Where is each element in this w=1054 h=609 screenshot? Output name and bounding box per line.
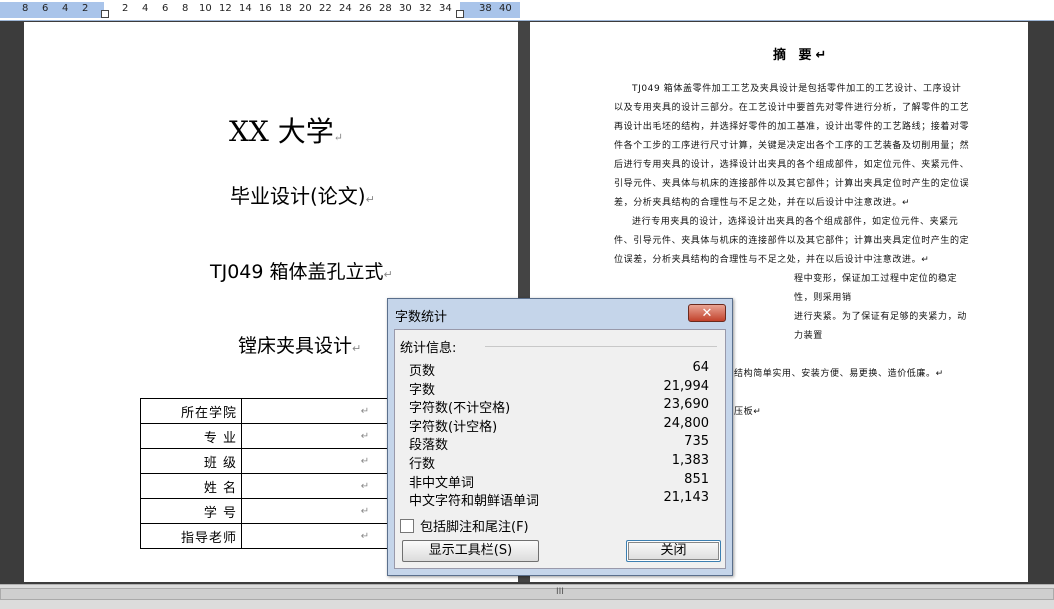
dialog-body: 统计信息: 页数 64 字数 21,994 字符数(不计空格) 23,690 字符数(…	[394, 329, 726, 569]
horizontal-ruler[interactable]: 8 6 4 2 2 4 6 8 10 12 14 16 18 20 22 24 …	[0, 0, 1054, 21]
ruler-number: 14	[239, 3, 252, 14]
abstract-paragraph: TJ049 箱体盖零件加工工艺及夹具设计是包括零件加工的工艺设计、工序设计以及专…	[614, 84, 970, 208]
ruler-number: 24	[339, 3, 352, 14]
abstract-paragraph: 进行专用夹具的设计，选择设计出夹具的各个组成部件，如定位元件、夹紧元件、引导元件…	[614, 217, 970, 265]
ruler-number: 30	[399, 3, 412, 14]
ruler-number: 8	[182, 3, 189, 14]
ruler-number: 34	[439, 3, 452, 14]
stat-key: 字符数(不计空格)	[409, 401, 511, 417]
dialog-title: 字数统计	[395, 310, 448, 325]
ruler-left-indent-marker[interactable]	[101, 10, 109, 18]
stat-row: 页数 64	[409, 360, 709, 379]
stat-value: 851	[684, 471, 709, 487]
ruler-number: 10	[199, 3, 212, 14]
info-label: 指导老师	[140, 523, 242, 549]
stat-key: 中文字符和朝鲜语单词	[409, 494, 540, 510]
checkbox-box[interactable]	[400, 519, 414, 533]
thesis-subtitle: 毕业设计(论文)↵	[230, 184, 375, 208]
ruler-number: 4	[62, 3, 69, 14]
scrollbar-thumb[interactable]	[0, 588, 1054, 600]
ruler-number: 4	[142, 3, 149, 14]
ruler-number: 40	[499, 3, 512, 14]
ruler-number: 2	[82, 3, 89, 14]
info-label: 学 号	[140, 498, 242, 524]
ruler-right-indent-marker[interactable]	[456, 10, 464, 18]
word-count-dialog: 字数统计 ✕ 统计信息: 页数 64 字数 21,994 字符数(不计空格) 23,6…	[387, 298, 733, 576]
info-label: 班 级	[140, 448, 242, 474]
ruler-number: 16	[259, 3, 272, 14]
divider	[485, 346, 717, 347]
include-footnotes-checkbox[interactable]: 包括脚注和尾注(F)	[400, 516, 529, 535]
stat-key: 字数	[409, 382, 436, 398]
stat-key: 段落数	[409, 438, 449, 454]
stat-value: 64	[692, 360, 709, 375]
stats-list: 页数 64 字数 21,994 字符数(不计空格) 23,690 字符数(计空格) 24…	[409, 360, 709, 509]
close-button[interactable]: 关闭	[626, 540, 721, 562]
ruler-number: 28	[379, 3, 392, 14]
ruler-number: 22	[319, 3, 332, 14]
ruler-number: 26	[359, 3, 372, 14]
abstract-title: 摘 要↵	[773, 48, 831, 63]
ruler-number: 20	[299, 3, 312, 14]
stat-key: 行数	[409, 456, 436, 472]
show-toolbar-button[interactable]: 显示工具栏(S)	[402, 540, 539, 562]
ruler-number: 18	[279, 3, 292, 14]
stat-row: 中文字符和朝鲜语单词 21,143	[409, 490, 709, 509]
ruler-number: 8	[22, 3, 29, 14]
checkbox-label: 包括脚注和尾注(F)	[420, 520, 529, 535]
stat-row: 非中文单词 851	[409, 472, 709, 491]
thesis-topic-line1: TJ049 箱体盖孔立式↵	[210, 261, 393, 283]
ruler-number: 6	[162, 3, 169, 14]
scrollbar-grip-icon: III	[556, 587, 564, 597]
stat-row: 字符数(不计空格) 23,690	[409, 397, 709, 416]
stat-row: 字数 21,994	[409, 379, 709, 398]
dialog-titlebar[interactable]: 字数统计 ✕	[388, 299, 732, 329]
stat-key: 页数	[409, 364, 436, 379]
ruler-number: 32	[419, 3, 432, 14]
stat-value: 21,994	[663, 378, 710, 394]
stat-value: 23,690	[663, 397, 710, 413]
university-title: XX 大学↵	[229, 115, 343, 148]
stat-row: 字符数(计空格) 24,800	[409, 416, 709, 435]
ruler-number: 6	[42, 3, 49, 14]
stat-row: 行数 1,383	[409, 453, 709, 472]
stat-value: 24,800	[663, 415, 710, 431]
ruler-numbers: 8 6 4 2 2 4 6 8 10 12 14 16 18 20 22 24 …	[0, 3, 1054, 17]
stat-key: 字符数(计空格)	[409, 419, 498, 435]
horizontal-scrollbar[interactable]: III	[0, 584, 1054, 609]
info-label: 姓 名	[140, 473, 242, 499]
stat-value: 21,143	[663, 490, 710, 506]
stat-row: 段落数 735	[409, 434, 709, 453]
stats-section-label: 统计信息:	[400, 341, 457, 356]
ruler-number: 38	[479, 3, 492, 14]
stat-key: 非中文单词	[409, 475, 475, 491]
ruler-number: 2	[122, 3, 129, 14]
info-label: 所在学院	[140, 398, 242, 424]
thesis-topic-line2: 镗床夹具设计↵	[238, 335, 362, 357]
stat-value: 1,383	[671, 452, 709, 468]
close-icon[interactable]: ✕	[688, 304, 726, 322]
info-label: 专 业	[140, 423, 242, 449]
ruler-number: 12	[219, 3, 232, 14]
stat-value: 735	[684, 434, 709, 450]
